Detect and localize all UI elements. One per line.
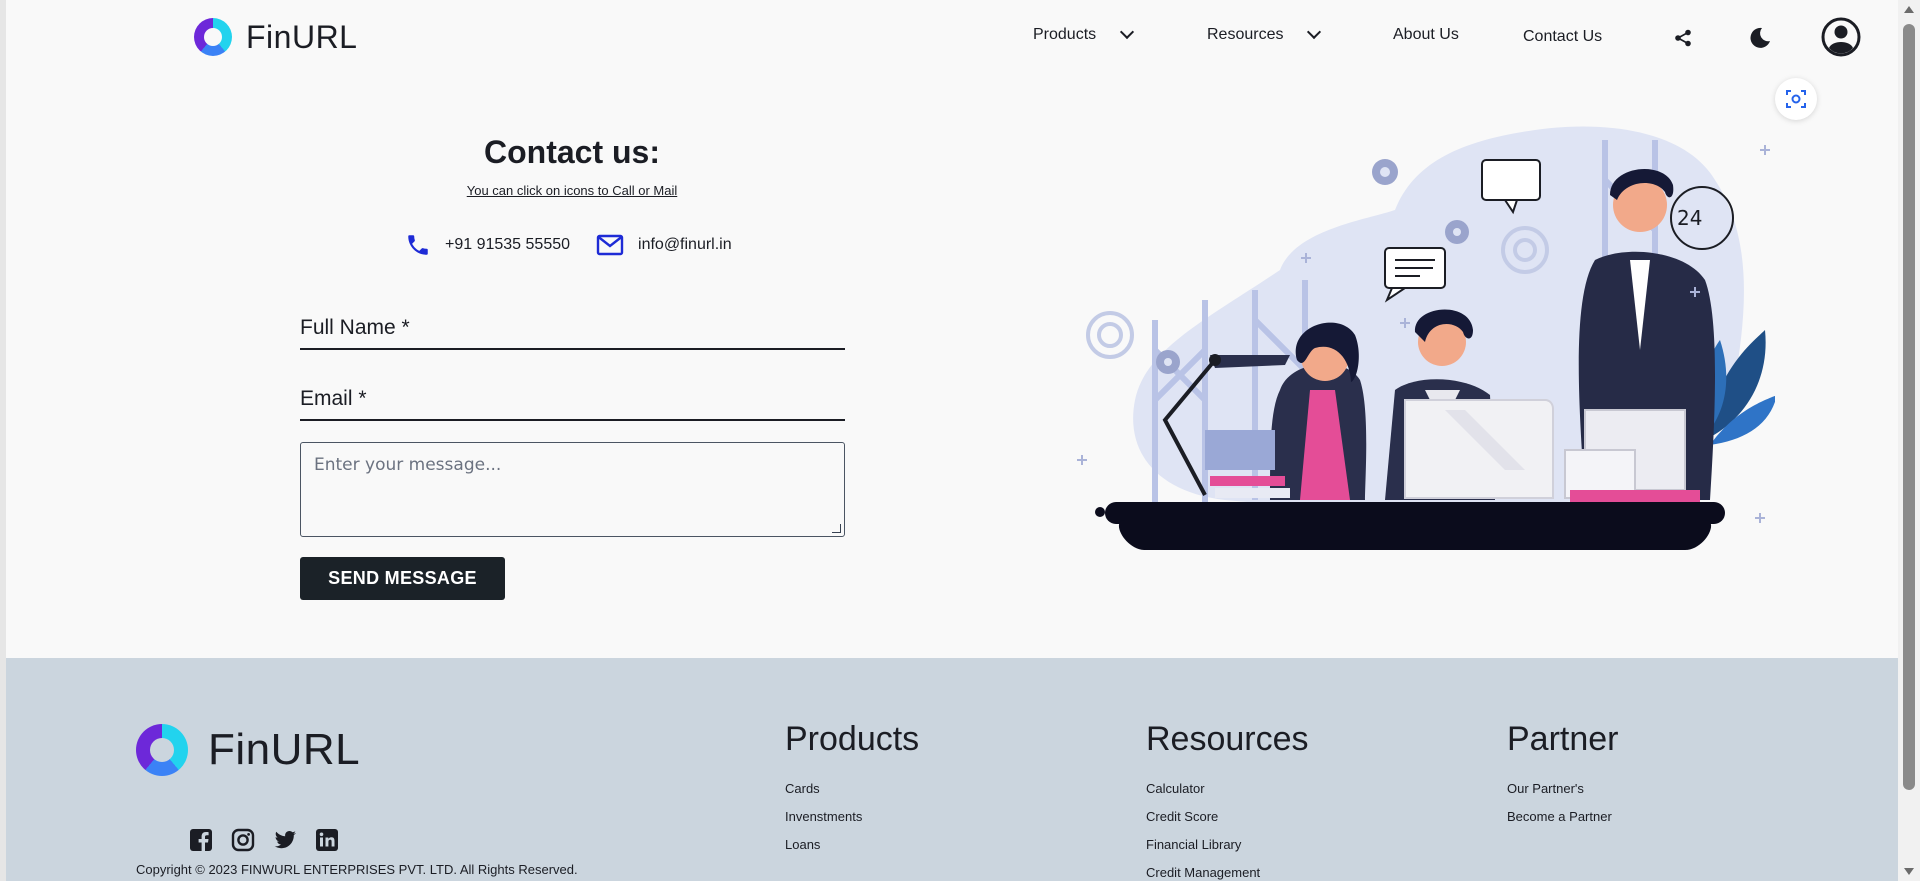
message-textarea[interactable]: Enter your message... — [300, 442, 845, 537]
brand-name: FinURL — [246, 18, 358, 55]
footer-link-investments[interactable]: Invenstments — [785, 809, 919, 827]
instagram-icon[interactable] — [231, 828, 255, 852]
chevron-down-icon — [1307, 24, 1322, 40]
footer-resources-title: Resources — [1146, 720, 1309, 758]
email-address: info@finurl.in — [638, 236, 732, 253]
footer-link-credit-management[interactable]: Credit Management — [1146, 865, 1309, 881]
copyright-text: Copyright © 2023 FINWURL ENTERPRISES PVT… — [136, 862, 578, 877]
nav-contact-us[interactable]: Contact Us — [1523, 28, 1602, 46]
full-name-label: Full Name * — [300, 316, 410, 339]
nav-products-label: Products — [1033, 26, 1097, 43]
support-24-label: 24 — [1677, 206, 1702, 230]
customer-support-illustration: 24 — [1077, 126, 1775, 550]
facebook-icon[interactable] — [189, 828, 213, 852]
footer-link-become-partner[interactable]: Become a Partner — [1507, 809, 1619, 827]
social-links — [189, 828, 339, 852]
user-icon[interactable] — [1821, 17, 1861, 57]
send-message-button[interactable]: SEND MESSAGE — [300, 557, 505, 600]
footer-link-calculator[interactable]: Calculator — [1146, 781, 1309, 799]
footer-partner-title: Partner — [1507, 720, 1619, 758]
chevron-down-icon — [1120, 24, 1135, 40]
footer-brand-name: FinURL — [208, 725, 361, 774]
vertical-scrollbar[interactable] — [1898, 0, 1920, 881]
footer-logo-icon — [136, 724, 188, 776]
footer-products-column: Products Cards Invenstments Loans — [785, 720, 919, 865]
email-link[interactable]: info@finurl.in — [596, 234, 732, 256]
email-field[interactable]: Email * — [300, 387, 845, 421]
footer: FinURL Copyright © 2023 FINWURL ENTERPRI… — [6, 658, 1898, 881]
nav-about-us[interactable]: About Us — [1393, 26, 1459, 44]
nav-resources[interactable]: Resources — [1207, 24, 1322, 44]
logo-icon — [194, 18, 232, 56]
phone-link[interactable]: +91 91535 55550 — [405, 232, 570, 258]
footer-link-cards[interactable]: Cards — [785, 781, 919, 799]
footer-brand-logo[interactable]: FinURL — [136, 724, 360, 776]
phone-number: +91 91535 55550 — [445, 236, 571, 253]
footer-link-our-partners[interactable]: Our Partner's — [1507, 781, 1619, 799]
scan-icon[interactable] — [1775, 78, 1817, 120]
footer-link-loans[interactable]: Loans — [785, 837, 919, 855]
nav-about-label: About Us — [1393, 26, 1459, 43]
footer-link-financial-library[interactable]: Financial Library — [1146, 837, 1309, 855]
brand-logo[interactable]: FinURL — [194, 18, 357, 56]
contact-methods: +91 91535 55550 info@finurl.in — [405, 232, 758, 258]
phone-icon — [408, 235, 428, 255]
footer-products-title: Products — [785, 720, 920, 758]
scrollbar-thumb[interactable] — [1903, 24, 1915, 790]
message-placeholder: Enter your message... — [314, 455, 502, 475]
contact-hint: You can click on icons to Call or Mail — [466, 183, 678, 198]
share-icon[interactable] — [1674, 29, 1692, 47]
moon-icon[interactable] — [1748, 26, 1772, 50]
header: FinURL Products Resources About Us Conta… — [6, 0, 1898, 78]
full-name-field[interactable]: Full Name * — [300, 316, 845, 350]
scroll-up-arrow-icon[interactable] — [1904, 6, 1914, 13]
scroll-down-arrow-icon[interactable] — [1904, 868, 1914, 875]
nav-products[interactable]: Products — [1033, 24, 1135, 44]
nav-resources-label: Resources — [1207, 26, 1284, 43]
contact-title: Contact us: — [484, 134, 660, 170]
footer-partner-column: Partner Our Partner's Become a Partner — [1507, 720, 1619, 837]
footer-link-credit-score[interactable]: Credit Score — [1146, 809, 1309, 827]
footer-resources-column: Resources Calculator Credit Score Financ… — [1146, 720, 1309, 881]
nav-contact-label: Contact Us — [1523, 28, 1603, 45]
linkedin-icon[interactable] — [315, 828, 339, 852]
mail-icon — [596, 234, 624, 256]
twitter-icon[interactable] — [273, 828, 297, 852]
email-label: Email * — [300, 387, 367, 410]
resize-handle-icon[interactable] — [832, 524, 841, 533]
